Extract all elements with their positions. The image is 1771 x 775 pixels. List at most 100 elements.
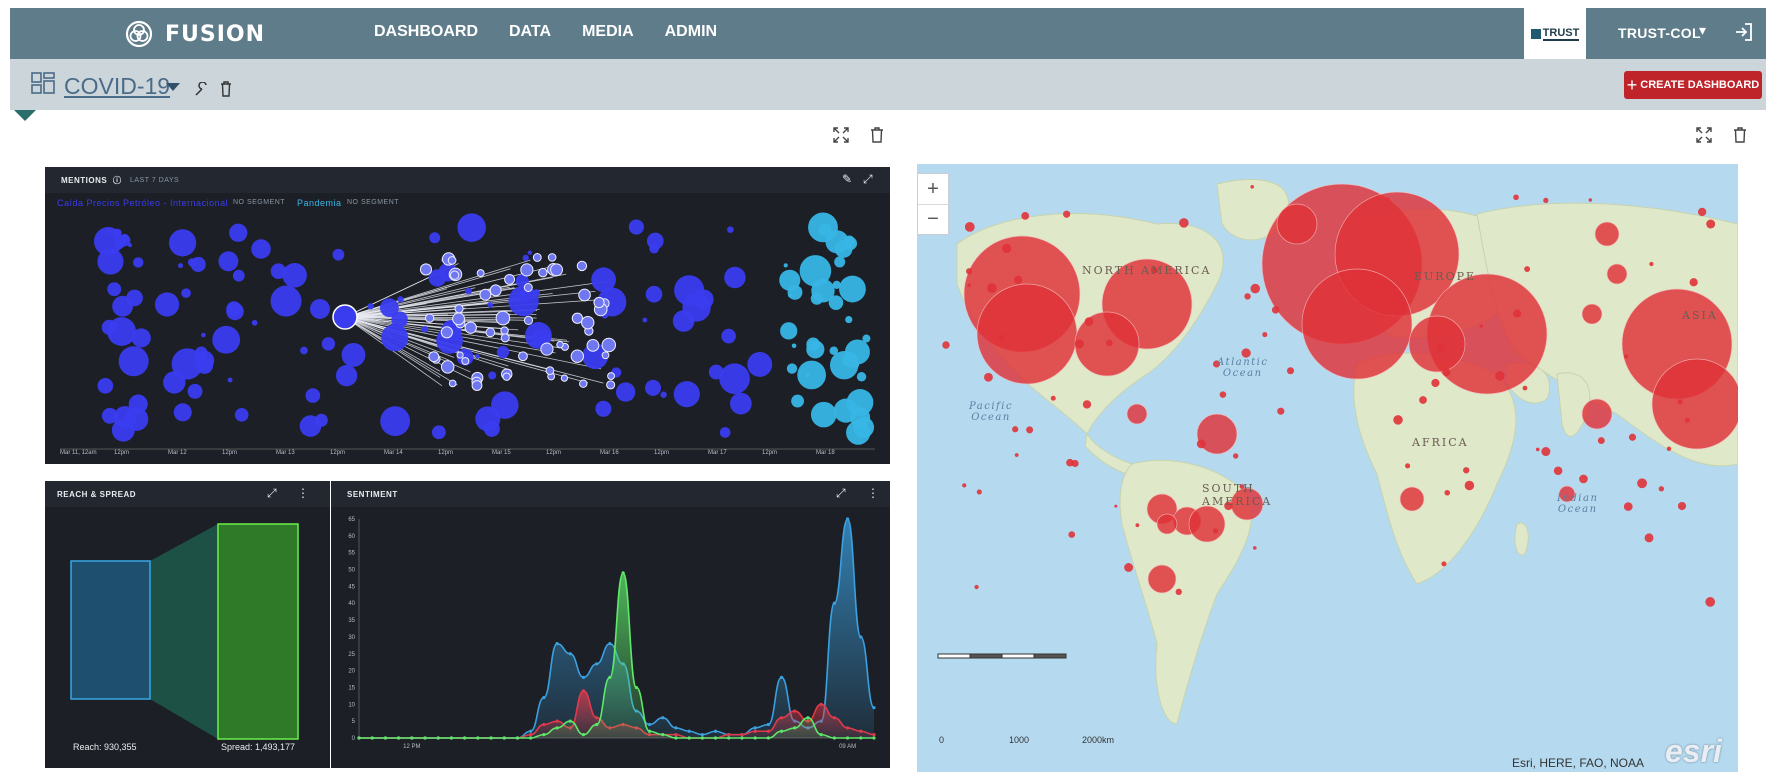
- sentiment-y-tick: 15: [348, 685, 355, 691]
- mentions-bubble: [321, 337, 336, 351]
- mentions-bubble: [832, 280, 841, 289]
- mentions-bubble-selected: [606, 380, 616, 390]
- map-bubble-small: [962, 483, 967, 488]
- mentions-bubble-selected: [601, 337, 617, 353]
- mentions-bubble: [305, 388, 321, 403]
- nav-data[interactable]: DATA: [509, 23, 551, 41]
- mentions-bubble-selected: [545, 366, 555, 375]
- mentions-bubble-selected: [540, 342, 554, 356]
- mentions-bubble: [533, 289, 540, 297]
- mentions-bubble: [218, 251, 239, 272]
- map-bubble-small: [1050, 395, 1056, 401]
- expand-icon[interactable]: ⤢: [863, 172, 873, 187]
- nav-admin[interactable]: ADMIN: [665, 23, 717, 41]
- mentions-title: MENTIONS: [61, 176, 108, 185]
- zoom-in-button[interactable]: +: [918, 174, 948, 204]
- reach-spread-widget: REACH & SPREAD ⤢ ⋮ Reach: 930,355 Spread…: [45, 481, 330, 768]
- info-icon[interactable]: ⓘ: [113, 175, 122, 186]
- mentions-bubble: [173, 403, 192, 422]
- mentions-bubble-selected: [550, 263, 564, 277]
- mentions-bubble: [475, 406, 501, 432]
- map-bubble-small: [1597, 437, 1605, 445]
- nav-dashboard[interactable]: DASHBOARD: [374, 23, 478, 41]
- map-bubble-small: [1677, 501, 1687, 511]
- spread-value: Spread: 1,493,177: [221, 742, 296, 752]
- wrench-icon[interactable]: [194, 82, 209, 97]
- mentions-bubble: [181, 288, 191, 298]
- mentions-bubble-chart: [60, 212, 875, 450]
- delete-widget-icon[interactable]: [1731, 126, 1749, 144]
- sentiment-y-tick: 10: [348, 702, 355, 708]
- delete-dashboard-icon[interactable]: [220, 81, 232, 97]
- map-bubble-small: [1513, 194, 1519, 201]
- map-bubble-small: [1441, 561, 1447, 567]
- label-europe: EUROPE: [1414, 270, 1477, 283]
- sentiment-point: [713, 736, 718, 740]
- edit-widget-icon[interactable]: ✎: [842, 172, 852, 186]
- map-bubble-small: [942, 341, 950, 349]
- create-dashboard-button[interactable]: + CREATE DASHBOARD: [1624, 71, 1762, 99]
- mentions-bubble: [201, 332, 206, 338]
- brand[interactable]: FUSION: [125, 19, 265, 49]
- map-bubble-small: [1442, 368, 1451, 377]
- sentiment-point: [845, 736, 850, 740]
- sentiment-point: [423, 736, 427, 740]
- map-bubble-small: [1068, 531, 1076, 538]
- left-panel-tools: [832, 126, 886, 144]
- world-map[interactable]: NORTH AMERICA SOUTH AMERICA AFRICA EUROP…: [917, 164, 1738, 772]
- sentiment-point: [397, 736, 401, 740]
- map-bubble-small: [1386, 197, 1390, 201]
- map-bubble-small: [1689, 278, 1698, 287]
- mentions-bubble: [112, 228, 122, 238]
- sentiment-point: [410, 736, 414, 740]
- mentions-bubble: [127, 243, 132, 248]
- sentiment-point: [647, 722, 652, 727]
- user-menu-caret-icon[interactable]: ▾: [1699, 22, 1706, 39]
- map-bubble: [1301, 268, 1413, 380]
- sentiment-point: [555, 719, 559, 723]
- dashboard-title[interactable]: COVID-19: [64, 73, 170, 100]
- mentions-bubble: [391, 311, 408, 328]
- sentiment-point: [687, 729, 691, 733]
- logout-icon[interactable]: [1732, 20, 1756, 44]
- mentions-bubble-selected: [495, 310, 511, 326]
- mentions-tick-label: Mar 15: [492, 450, 511, 456]
- mentions-bubble-selected: [428, 351, 440, 363]
- map-canvas[interactable]: [917, 164, 1738, 772]
- mentions-bubble: [487, 301, 494, 308]
- mentions-bubble: [828, 295, 844, 310]
- mentions-bubble-selected: [586, 338, 600, 352]
- mentions-bubble: [310, 299, 330, 319]
- org-logo-mark-icon: [1530, 28, 1541, 39]
- map-bubble-small: [1135, 523, 1140, 528]
- map-bubble-small: [1666, 446, 1672, 452]
- mentions-bubble: [729, 392, 752, 415]
- mentions-bubble: [133, 257, 144, 268]
- mentions-bubble: [457, 213, 486, 242]
- mentions-tick-label: Mar 18: [816, 450, 835, 456]
- map-bubble: [1651, 358, 1738, 450]
- scale-segment: [1033, 653, 1067, 659]
- mentions-bubble-selected: [476, 269, 485, 278]
- fullscreen-icon[interactable]: [1695, 126, 1713, 144]
- sentiment-point: [542, 733, 546, 737]
- zoom-out-button[interactable]: −: [918, 204, 948, 234]
- map-bubble-small: [1244, 293, 1251, 300]
- delete-widget-icon[interactable]: [868, 126, 886, 144]
- sentiment-point: [595, 662, 599, 666]
- mentions-bubble: [673, 381, 700, 408]
- mentions-tick-label: 12pm: [114, 450, 130, 456]
- map-bubble-small: [1588, 198, 1592, 202]
- mentions-bubble-selected: [454, 304, 464, 314]
- mentions-bubble: [107, 317, 137, 346]
- map-bubble-small: [1375, 195, 1380, 200]
- mentions-bubble-selected: [449, 270, 460, 280]
- mentions-bubble: [645, 285, 663, 303]
- sentiment-point: [727, 736, 731, 740]
- map-bubble-small: [1637, 478, 1647, 489]
- user-menu[interactable]: TRUST-COL: [1618, 25, 1701, 41]
- fullscreen-icon[interactable]: [832, 126, 850, 144]
- sentiment-point: [766, 722, 770, 727]
- nav-media[interactable]: MEDIA: [582, 23, 634, 41]
- dashboard-select-caret-icon[interactable]: [166, 83, 180, 91]
